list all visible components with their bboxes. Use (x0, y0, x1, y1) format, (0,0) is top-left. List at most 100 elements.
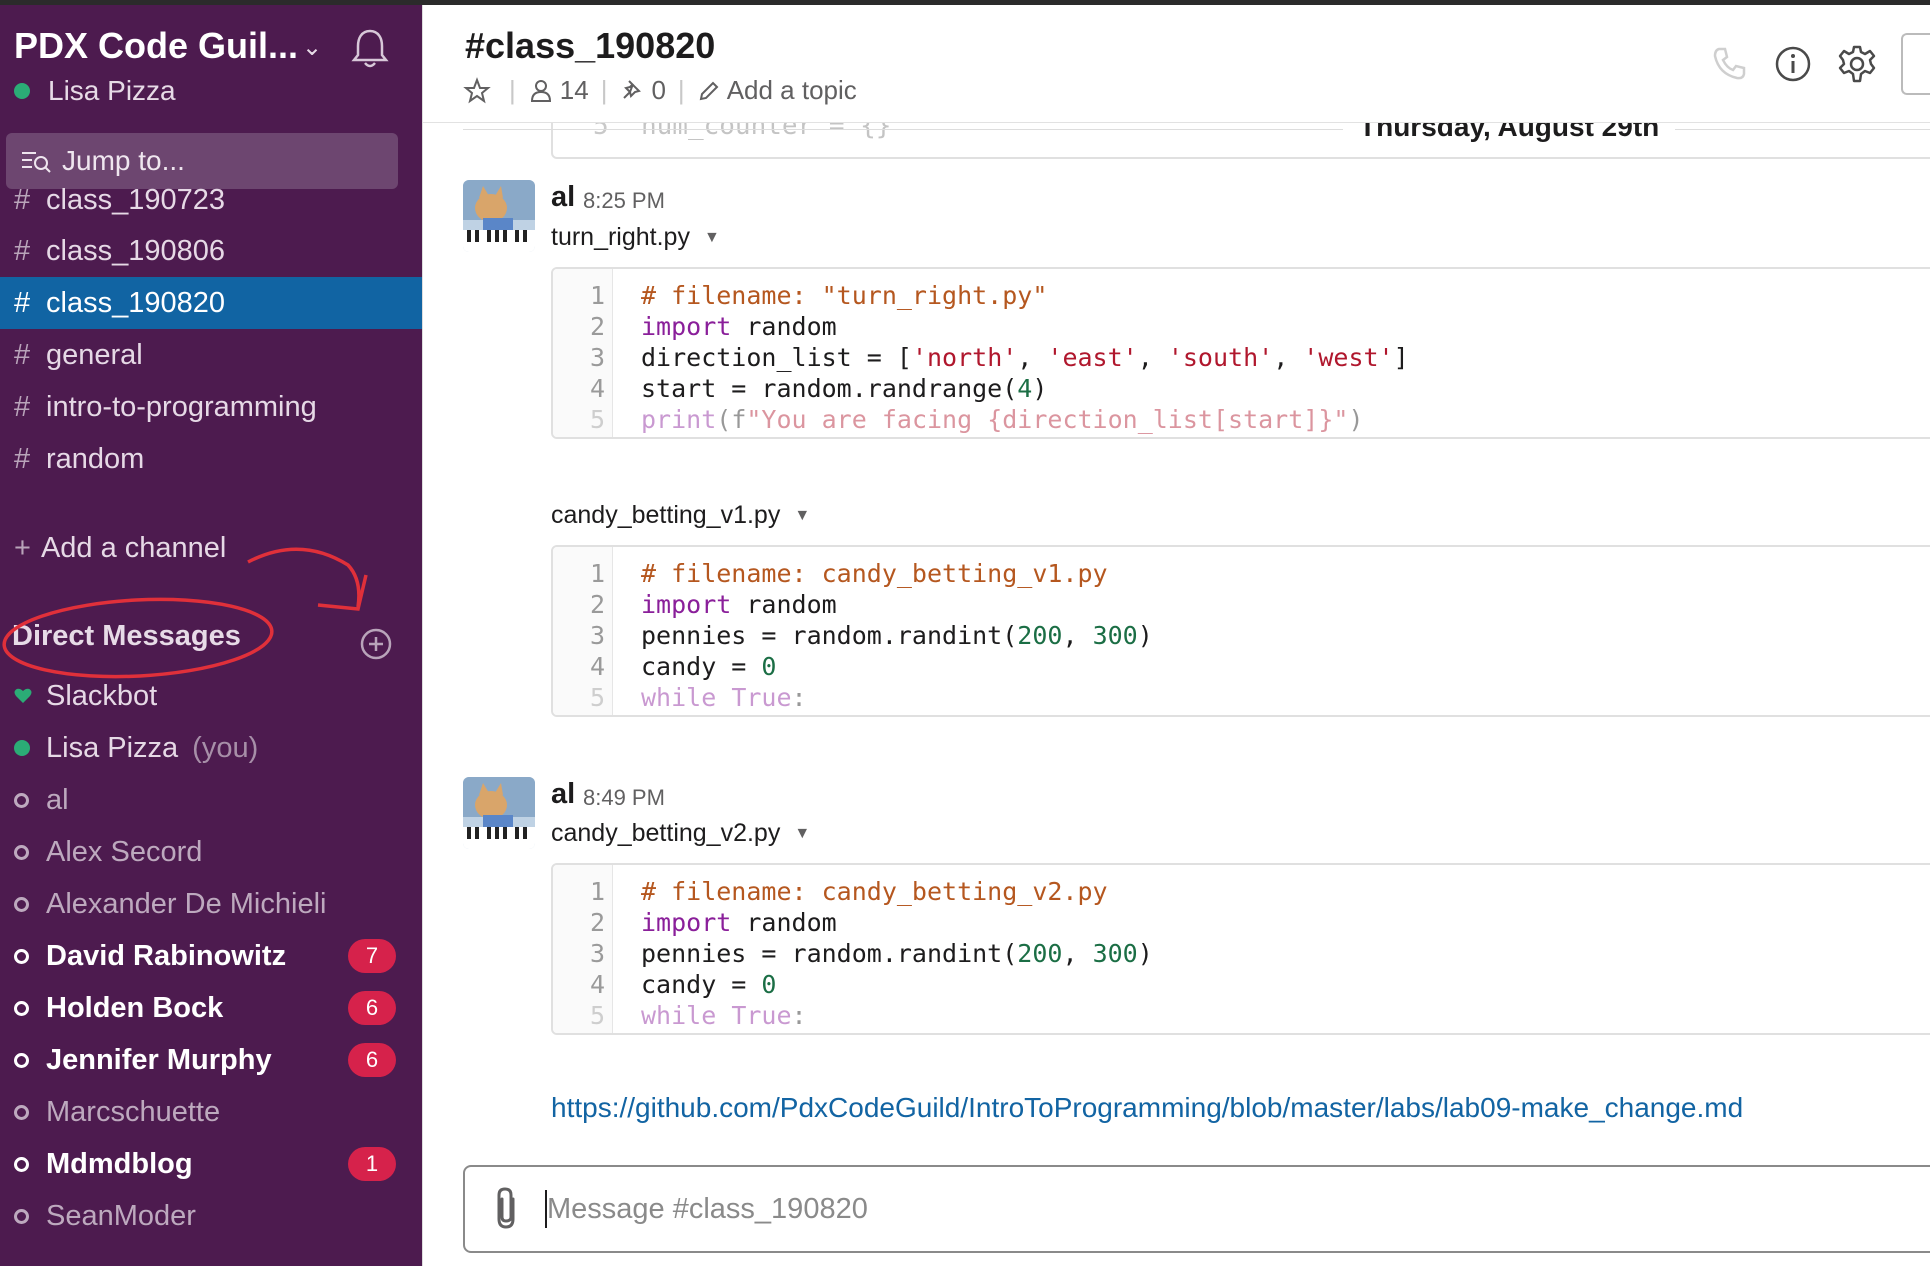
current-user-name: Lisa Pizza (48, 75, 176, 106)
message-author[interactable]: al (551, 778, 575, 811)
away-status-icon (14, 792, 46, 808)
dm-al[interactable]: al (0, 774, 422, 826)
code-line: 2 import random (589, 590, 837, 619)
sidebar-channel-general[interactable]: # general (0, 329, 422, 381)
dm-marcschuette[interactable]: Marcschuette (0, 1086, 422, 1138)
star-icon[interactable] (463, 76, 491, 105)
code-snippet-turn-right[interactable]: 1 # filename: "turn_right.py" 2 import ran… (551, 267, 1930, 439)
search-box-edge[interactable] (1901, 33, 1930, 95)
channel-name: class_190723 (46, 187, 225, 216)
dm-jennifer-murphy[interactable]: Jennifer Murphy 6 (0, 1034, 422, 1086)
code-line: 3 pennies = random.randint(200, 300) (589, 621, 1153, 650)
sidebar-channel-intro-to-programming[interactable]: # intro-to-programming (0, 381, 422, 433)
github-link[interactable]: https://github.com/PdxCodeGuild/IntroToP… (551, 1092, 1743, 1124)
plus-icon: + (14, 532, 31, 564)
message-author[interactable]: al (551, 181, 575, 214)
dm-name: SeanModer (46, 1199, 196, 1232)
away-status-icon (14, 1000, 46, 1016)
gear-icon[interactable] (1837, 44, 1877, 84)
pin-count[interactable]: 0 (619, 75, 666, 106)
dm-david-rabinowitz[interactable]: David Rabinowitz 7 (0, 930, 422, 982)
member-count[interactable]: 14 (528, 75, 589, 106)
pin-count-value: 0 (651, 75, 666, 105)
code-line: 1 # filename: candy_betting_v2.py (589, 877, 1108, 906)
message-timestamp[interactable]: 8:25 PM (583, 188, 665, 214)
snippet-filename[interactable]: turn_right.py ▼ (551, 223, 720, 252)
you-suffix: (you) (192, 731, 259, 764)
sidebar-channel-random[interactable]: # random (0, 433, 422, 485)
channel-title[interactable]: #class_190820 (465, 25, 715, 67)
phone-icon[interactable] (1709, 44, 1749, 84)
dm-name: Alexander De Michieli (46, 887, 327, 920)
paperclip-icon[interactable] (487, 1185, 527, 1233)
add-direct-message-icon[interactable] (358, 626, 394, 662)
code-line: 1 # filename: "turn_right.py" (589, 281, 1048, 310)
snippet-filename[interactable]: candy_betting_v2.py ▼ (551, 819, 810, 848)
code-line: 4 candy = 0 (589, 970, 777, 999)
sidebar-channel-class-190806[interactable]: # class_190806 (0, 225, 422, 277)
member-count-value: 14 (559, 75, 589, 105)
jump-to-search[interactable]: Jump to... (6, 133, 398, 189)
message-input[interactable] (547, 1192, 1847, 1226)
hash-icon: # (14, 187, 31, 216)
jump-to-label: Jump to... (62, 145, 185, 176)
dm-name: Jennifer Murphy (46, 1043, 272, 1076)
code-line: 2 import random (589, 312, 837, 341)
sidebar-channel-class-190820[interactable]: # class_190820 (0, 277, 422, 329)
add-channel-button[interactable]: + Add a channel (14, 532, 226, 565)
message-composer (463, 1165, 1930, 1253)
hash-icon: # (14, 338, 31, 371)
dm-seanmoder[interactable]: SeanModer (0, 1190, 422, 1242)
info-icon[interactable] (1773, 44, 1813, 84)
dm-name: Holden Bock (46, 991, 224, 1024)
unread-badge: 7 (348, 939, 396, 973)
hash-icon: # (14, 286, 31, 319)
dm-slackbot[interactable]: Slackbot (0, 670, 422, 722)
person-icon (530, 79, 551, 102)
chevron-down-icon[interactable]: ⌄ (302, 33, 322, 62)
dm-name: Mdmdblog (46, 1147, 193, 1180)
caret-down-icon[interactable]: ▼ (794, 507, 810, 525)
code-line: 3 pennies = random.randint(200, 300) (589, 939, 1153, 968)
unread-badge: 6 (348, 1043, 396, 1077)
away-status-icon (14, 1052, 46, 1068)
code-snippet-candy-betting-v1[interactable]: 1 # filename: candy_betting_v1.py 2 import… (551, 545, 1930, 717)
channel-name: class_190806 (46, 234, 225, 267)
online-status-icon (14, 740, 46, 756)
caret-down-icon[interactable]: ▼ (704, 229, 720, 247)
dm-alexander-de-michieli[interactable]: Alexander De Michieli (0, 878, 422, 930)
direct-messages-header[interactable]: Direct Messages (12, 620, 241, 653)
team-name[interactable]: PDX Code Guil... (14, 25, 298, 67)
current-user-status[interactable]: Lisa Pizza (14, 75, 176, 107)
channel-name: general (46, 338, 143, 371)
code-line: 5 while True: (589, 1001, 807, 1030)
dm-mdmdblog[interactable]: Mdmdblog 1 (0, 1138, 422, 1190)
code-snippet-candy-betting-v2[interactable]: 1 # filename: candy_betting_v2.py 2 import… (551, 863, 1930, 1035)
add-topic-label: Add a topic (726, 75, 857, 105)
snippet-filename[interactable]: candy_betting_v1.py ▼ (551, 501, 810, 530)
avatar[interactable] (463, 777, 535, 849)
channel-name: random (46, 442, 145, 475)
away-status-icon (14, 1104, 46, 1120)
away-status-icon (14, 896, 46, 912)
dm-lisa-pizza[interactable]: Lisa Pizza (you) (0, 722, 422, 774)
dm-name: Slackbot (46, 679, 158, 712)
hash-icon: # (14, 234, 31, 267)
snippet-filename-label: turn_right.py (551, 223, 690, 251)
dm-name: Alex Secord (46, 835, 203, 868)
pin-icon (623, 79, 642, 99)
caret-down-icon[interactable]: ▼ (794, 825, 810, 843)
add-topic-button[interactable]: Add a topic (697, 75, 857, 106)
message-timestamp[interactable]: 8:49 PM (583, 785, 665, 811)
avatar[interactable] (463, 180, 535, 252)
channel-view: 5 num_counter = {} Thursday, August 29th… (422, 5, 1930, 1266)
dm-name: al (46, 783, 69, 816)
sidebar-channel-partial[interactable]: # class_190723 (0, 187, 422, 217)
dm-holden-bock[interactable]: Holden Bock 6 (0, 982, 422, 1034)
bell-icon[interactable] (350, 27, 390, 69)
sidebar: PDX Code Guil... ⌄ Lisa Pizza Jump to...… (0, 5, 422, 1266)
channel-meta: | 14 | 0 | Add a topic (463, 75, 857, 106)
dm-name: Lisa Pizza (46, 731, 179, 764)
dm-alex-secord[interactable]: Alex Secord (0, 826, 422, 878)
code-line: 2 import random (589, 908, 837, 937)
